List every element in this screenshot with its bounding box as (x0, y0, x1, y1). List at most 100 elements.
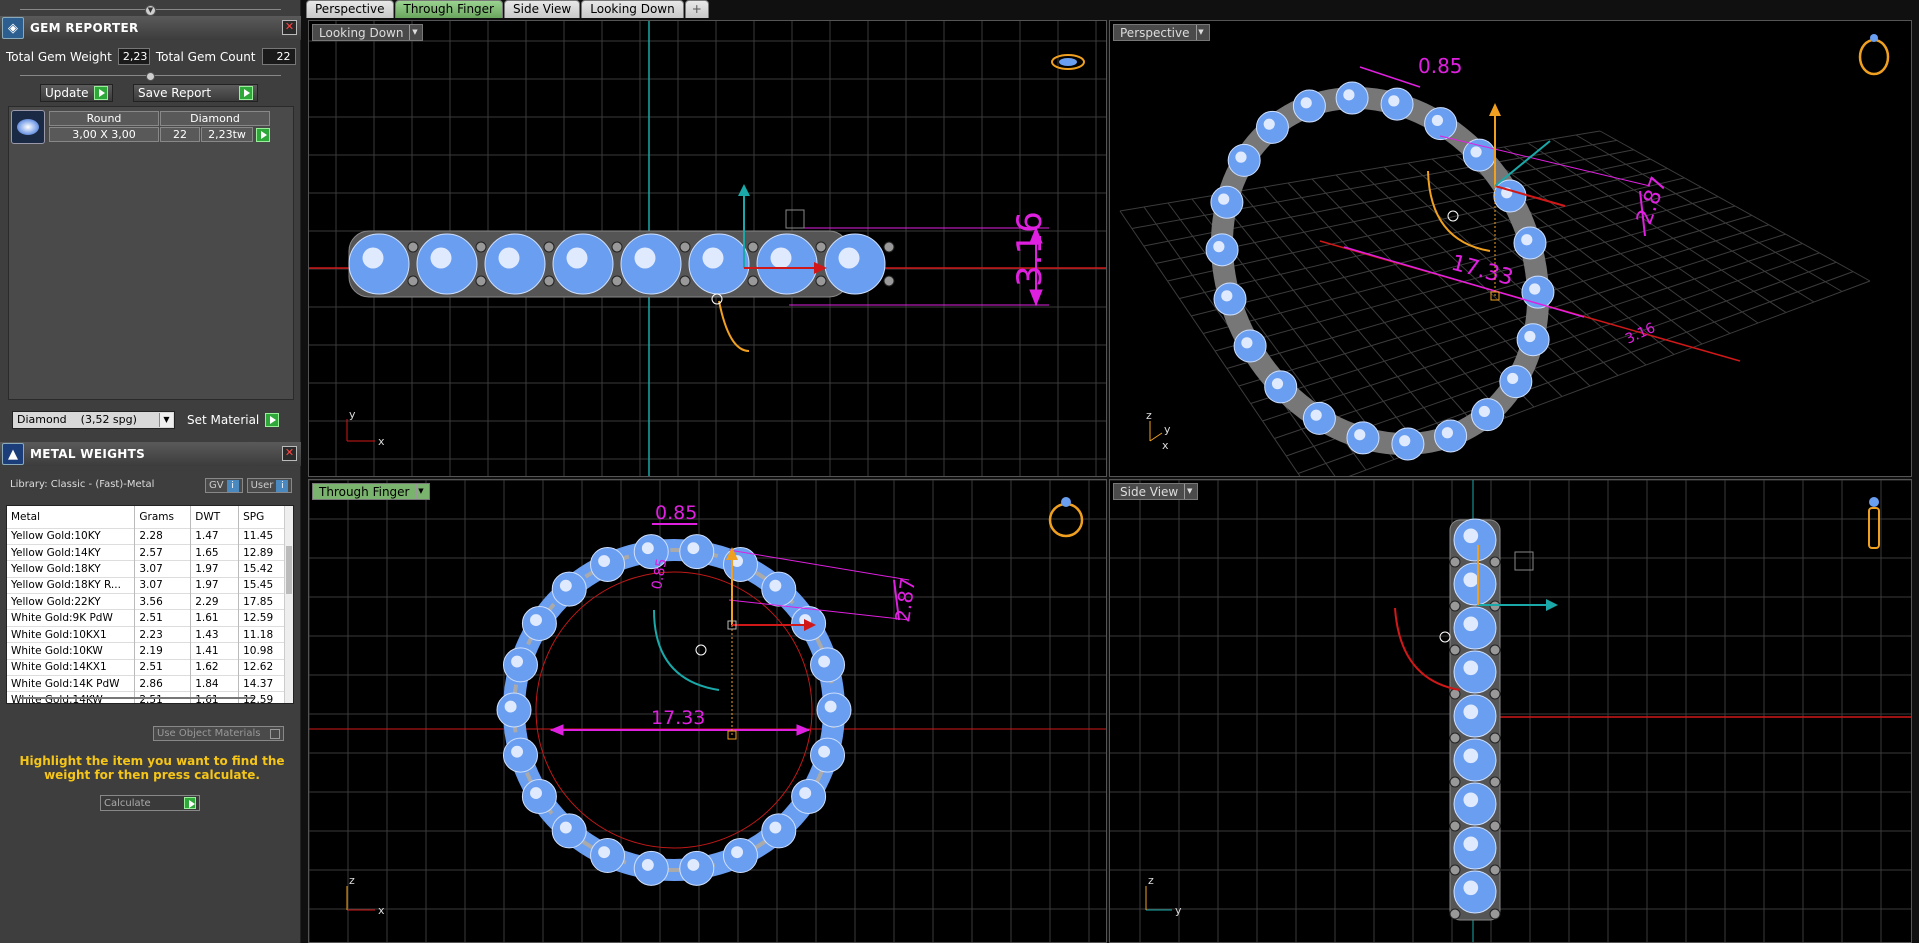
play-icon (184, 797, 196, 809)
prong (1449, 556, 1461, 568)
column-header[interactable]: Grams (134, 506, 192, 528)
prong (815, 275, 827, 287)
axis-indicator: z y (1145, 874, 1182, 917)
material-select[interactable]: Diamond (3,52 spg) ▼ (12, 411, 175, 429)
gem-highlight (799, 787, 812, 800)
gem-highlight (530, 787, 542, 800)
gem-highlight (1478, 405, 1490, 418)
prong (1489, 908, 1501, 920)
table-cell: Yellow Gold:22KY (7, 593, 136, 610)
viewport-through-finger[interactable]: 0.85 2.87 17.33 0.85 z x Through Finger ▼ (308, 479, 1107, 943)
table-row[interactable]: White Gold:9K PdW 2.51 1.61 12.59 (7, 609, 287, 627)
use-object-materials-checkbox[interactable]: Use Object Materials (153, 726, 284, 741)
prong (543, 241, 555, 253)
tab-perspective[interactable]: Perspective (306, 0, 394, 18)
chevron-down-icon[interactable]: ▼ (415, 484, 426, 499)
tab-through-finger[interactable]: Through Finger (394, 0, 503, 18)
scrollbar-thumb[interactable] (286, 546, 292, 594)
table-cell: 2.29 (190, 593, 240, 610)
total-count-label: Total Gem Count (155, 49, 256, 64)
gv-label: GV (209, 480, 224, 491)
add-tab-icon[interactable]: + (684, 0, 709, 18)
divider-handle[interactable] (0, 68, 301, 84)
vertical-scrollbar[interactable] (284, 506, 293, 703)
table-row[interactable]: White Gold:10KW 2.19 1.41 10.98 (7, 642, 287, 660)
table-row[interactable]: Yellow Gold:18KY 3.07 1.97 15.42 (7, 560, 287, 578)
set-material-button[interactable]: Set Material (183, 411, 283, 429)
gem-highlight (1463, 704, 1479, 720)
gem-highlight (1218, 193, 1230, 205)
chevron-down-icon[interactable]: ▼ (145, 4, 156, 16)
table-row[interactable]: White Gold:14KX1 2.51 1.62 12.62 (7, 658, 287, 676)
viewport-label-menu[interactable]: Perspective ▼ (1113, 24, 1210, 41)
viewport-label: Side View (1120, 484, 1179, 499)
table-row[interactable]: White Gold:10KX1 2.23 1.43 11.18 (7, 625, 287, 643)
table-cell: White Gold:14KX1 (7, 658, 136, 676)
close-icon[interactable]: ✕ (282, 446, 297, 461)
table-cell: 12.59 (238, 609, 287, 627)
play-icon[interactable] (256, 128, 270, 142)
update-button[interactable]: Update (40, 84, 114, 102)
gem-highlight (1463, 836, 1479, 852)
user-label: User (250, 480, 274, 491)
table-cell: 12.89 (238, 543, 287, 561)
viewport-label-menu[interactable]: Looking Down ▼ (312, 24, 424, 41)
horizontal-scrollbar[interactable] (19, 697, 254, 699)
looking-down-canvas[interactable]: 3.16 y x (309, 21, 1107, 477)
ring-view-icon[interactable] (1051, 54, 1085, 70)
gem-highlight (1507, 372, 1519, 385)
dimension-label-side: 2.87 (890, 576, 920, 623)
prong (679, 275, 691, 287)
viewport-label-menu[interactable]: Through Finger ▼ (312, 483, 430, 500)
table-row[interactable]: Yellow Gold:10KY 2.28 1.47 11.45 (7, 527, 287, 545)
chevron-down-icon[interactable]: ▼ (1195, 25, 1206, 40)
gem-count: 22 (160, 127, 200, 142)
table-cell: Yellow Gold:18KY R... (7, 576, 136, 594)
gem-highlight (702, 247, 724, 269)
table-row[interactable]: Yellow Gold:18KY R... 3.07 1.97 15.45 (7, 576, 287, 594)
info-icon: i (226, 479, 239, 492)
grid-line (1238, 224, 1769, 387)
viewport-side-view[interactable]: z y Side View ▼ (1109, 479, 1912, 943)
save-report-button[interactable]: Save Report (133, 84, 259, 102)
chevron-down-icon[interactable]: ▼ (1184, 484, 1194, 499)
metal-weights-table: Metal Grams DWT SPG Yellow Gold:10KY 2.28… (6, 505, 294, 704)
table-cell: 2.23 (134, 625, 192, 643)
dimension-label-width: 17.33 (651, 707, 705, 729)
close-icon[interactable]: ✕ (282, 20, 297, 35)
gem-highlight (1354, 429, 1366, 441)
table-cell: 1.97 (190, 560, 240, 578)
through-finger-canvas[interactable]: 0.85 2.87 17.33 0.85 z x (309, 480, 1107, 943)
gv-button[interactable]: GV i (205, 478, 243, 493)
gem-list-item[interactable]: Round Diamond 3,00 X 3,00 22 2,23tw (11, 110, 273, 144)
gem-highlight (498, 247, 520, 269)
table-row[interactable]: Yellow Gold:14KY 2.57 1.65 12.89 (7, 543, 287, 561)
ring-view-icon[interactable] (1868, 497, 1880, 549)
gem-list: Round Diamond 3,00 X 3,00 22 2,23tw (8, 106, 294, 400)
calculate-button[interactable]: Calculate (100, 795, 200, 811)
viewport-looking-down[interactable]: 3.16 y x Looking Down ▼ (308, 20, 1107, 477)
checkbox-icon[interactable] (270, 728, 280, 739)
column-header[interactable]: Metal (7, 506, 136, 528)
update-row: Update (40, 84, 114, 102)
chevron-down-icon[interactable]: ▼ (159, 413, 173, 427)
axis-label-z: z (349, 874, 355, 887)
perspective-canvas[interactable]: 0.85 2.87 17.33 3.16 z y x (1110, 21, 1912, 477)
chevron-down-icon[interactable]: ▼ (409, 25, 419, 40)
table-cell: 11.45 (238, 527, 287, 545)
user-button[interactable]: User i (246, 478, 293, 493)
gem-size: 3,00 X 3,00 (49, 127, 159, 142)
gem-highlight (1271, 378, 1284, 390)
tab-side-view[interactable]: Side View (504, 0, 581, 18)
ring-view-icon[interactable] (1858, 34, 1890, 76)
viewport-perspective[interactable]: 0.85 2.87 17.33 3.16 z y x Perspective ▼ (1109, 20, 1912, 477)
column-header[interactable]: DWT (190, 506, 240, 528)
table-row[interactable]: White Gold:14K PdW 2.86 1.84 14.37 (7, 675, 287, 692)
view-tabs: Perspective Through Finger Side View Loo… (306, 0, 710, 19)
table-row[interactable]: Yellow Gold:22KY 3.56 2.29 17.85 (7, 593, 287, 610)
tab-looking-down[interactable]: Looking Down (581, 0, 684, 18)
column-header[interactable]: SPG (238, 506, 287, 528)
ring-view-icon[interactable] (1048, 497, 1084, 538)
side-view-canvas[interactable]: z y (1110, 480, 1912, 943)
viewport-label-menu[interactable]: Side View ▼ (1113, 483, 1199, 500)
